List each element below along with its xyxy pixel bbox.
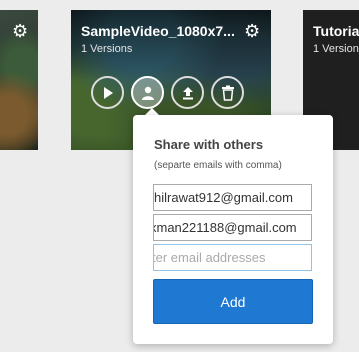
email-value: xman221188@gmail.com	[153, 220, 297, 235]
upload-icon	[182, 86, 193, 99]
play-icon	[103, 86, 113, 99]
play-button[interactable]	[91, 76, 124, 109]
email-value: hilrawat912@gmail.com	[154, 190, 293, 205]
email-field-2[interactable]: xman221188@gmail.com	[153, 214, 312, 241]
share-button[interactable]	[131, 76, 164, 109]
add-button[interactable]: Add	[153, 279, 313, 324]
card-title: Tutoria	[313, 23, 359, 39]
user-icon	[141, 86, 154, 100]
gear-icon[interactable]: ⚙	[12, 22, 28, 40]
email-placeholder: ter email addresses	[153, 250, 266, 265]
card-actions	[91, 76, 244, 109]
trash-icon	[221, 85, 234, 101]
card-version-count: 1 Versions	[81, 43, 133, 55]
share-popover: Share with others (separte emails with c…	[133, 115, 333, 344]
email-field-1[interactable]: hilrawat912@gmail.com	[153, 184, 312, 211]
card-title: SampleVideo_1080x7...	[81, 23, 235, 39]
upload-button[interactable]	[171, 76, 204, 109]
gear-icon[interactable]: ⚙	[244, 22, 260, 40]
share-title: Share with others	[154, 137, 264, 152]
share-hint: (separte emails with comma)	[154, 160, 282, 171]
card-version-count: 1 Version	[313, 43, 359, 55]
email-input[interactable]: ter email addresses	[153, 244, 312, 271]
delete-button[interactable]	[211, 76, 244, 109]
video-card-left[interactable]: ⚙	[0, 10, 38, 150]
